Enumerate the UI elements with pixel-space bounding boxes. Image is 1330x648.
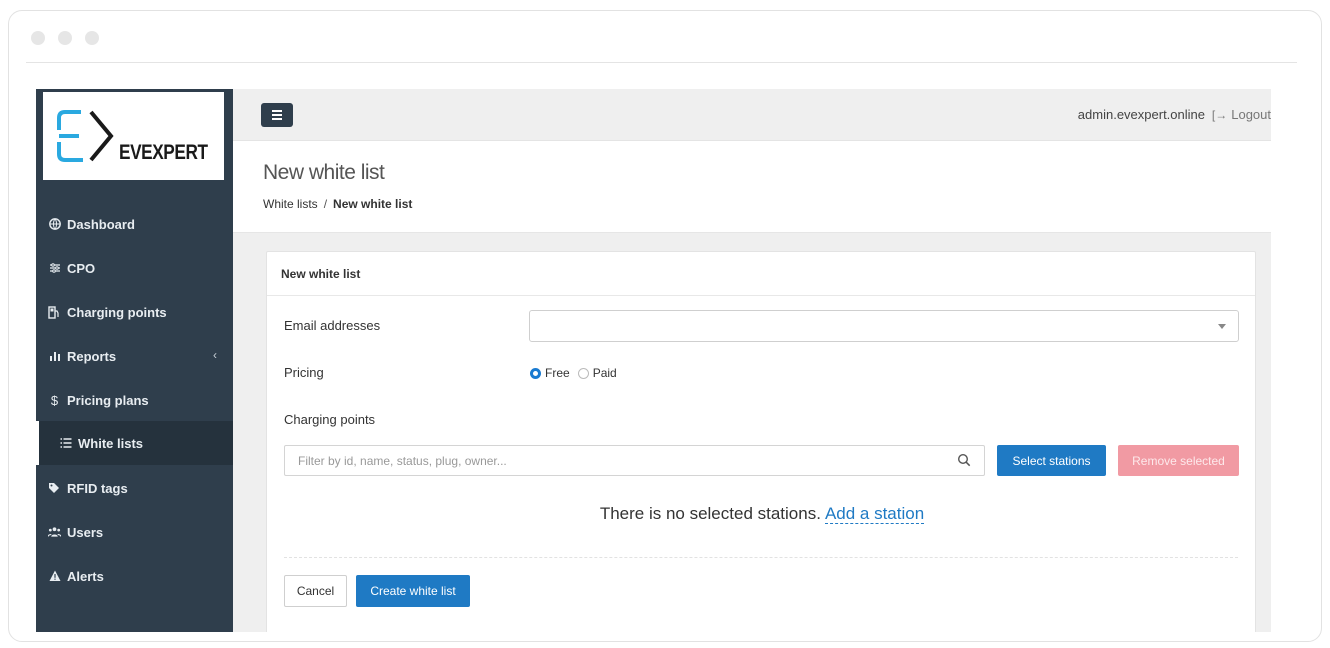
top-bar: admin.evexpert.online [→ Logout	[233, 89, 1271, 141]
page-title: New white list	[263, 161, 385, 184]
pricing-radio-group: Free Paid	[530, 366, 625, 380]
menu-icon-line	[272, 114, 282, 116]
logout-link[interactable]: [→ Logout	[1212, 107, 1271, 122]
charging-points-label: Charging points	[284, 412, 376, 427]
pricing-free-label[interactable]: Free	[545, 366, 570, 380]
cancel-button[interactable]: Cancel	[284, 575, 347, 607]
sidebar-item-label: White lists	[78, 435, 144, 451]
menu-icon-line	[272, 110, 282, 112]
remove-selected-button[interactable]: Remove selected	[1118, 445, 1239, 476]
empty-stations-text: There is no selected stations.	[599, 504, 821, 523]
users-icon	[48, 526, 61, 539]
app-container: EVEXPERT Dashboard CPO Charging points R…	[36, 89, 1271, 632]
pricing-label: Pricing	[284, 365, 324, 380]
breadcrumb-current: New white list	[333, 197, 413, 211]
pricing-free-radio[interactable]	[530, 367, 541, 379]
sidebar-item-pricing-plans[interactable]: $ Pricing plans	[36, 378, 233, 422]
tags-icon	[48, 482, 61, 495]
charging-station-icon	[48, 305, 61, 319]
form-divider	[284, 557, 1238, 558]
window-dot-minimize[interactable]	[58, 31, 72, 45]
window-titlebar	[9, 11, 1321, 63]
menu-icon-line	[272, 118, 282, 120]
empty-stations-message: There is no selected stations. Add a stat…	[267, 504, 1257, 524]
sidebar-item-label: Users	[67, 524, 104, 540]
hamburger-menu-button[interactable]	[261, 103, 293, 127]
add-station-link[interactable]: Add a station	[824, 504, 925, 524]
sidebar-item-label: Alerts	[67, 568, 104, 584]
user-account[interactable]: admin.evexpert.online	[1078, 107, 1205, 122]
sidebar-item-label: CPO	[67, 260, 96, 276]
create-white-list-button[interactable]: Create white list	[356, 575, 470, 607]
dollar-icon: $	[50, 392, 59, 408]
evexpert-logo-icon	[57, 110, 114, 162]
sidebar-item-label: Charging points	[67, 304, 167, 320]
breadcrumb-separator: /	[323, 197, 328, 211]
logout-label: Logout	[1231, 107, 1271, 122]
breadcrumb: White lists / New white list	[263, 197, 412, 211]
logout-icon: [→	[1211, 107, 1228, 122]
pricing-paid-label[interactable]: Paid	[593, 366, 617, 380]
brand-logo[interactable]: EVEXPERT	[43, 92, 224, 180]
sliders-icon	[48, 262, 61, 275]
window-dot-close[interactable]	[31, 31, 45, 45]
search-icon[interactable]	[957, 453, 971, 467]
sidebar-item-label: Reports	[67, 348, 117, 364]
brand-name: EVEXPERT	[119, 141, 208, 164]
sidebar-item-charging-points[interactable]: Charging points	[36, 290, 233, 334]
sidebar-item-reports[interactable]: Reports ‹	[36, 334, 233, 378]
globe-icon	[48, 218, 61, 231]
chevron-left-icon: ‹	[213, 348, 217, 362]
email-addresses-label: Email addresses	[284, 318, 381, 333]
sidebar-item-dashboard[interactable]: Dashboard	[36, 202, 233, 246]
pricing-paid-radio[interactable]	[577, 367, 589, 379]
select-stations-button[interactable]: Select stations	[997, 445, 1106, 476]
stations-filter-input[interactable]	[284, 445, 985, 476]
card-header: New white list	[267, 252, 1255, 296]
sidebar-item-white-lists[interactable]: White lists	[36, 421, 233, 465]
page-header: New white list White lists / New white lis…	[233, 141, 1271, 233]
titlebar-divider	[26, 62, 1297, 63]
sidebar-item-alerts[interactable]: Alerts	[36, 554, 233, 598]
sidebar-item-users[interactable]: Users	[36, 510, 233, 554]
window-dot-zoom[interactable]	[85, 31, 99, 45]
email-addresses-select[interactable]	[529, 310, 1239, 342]
list-icon	[59, 437, 72, 450]
bar-chart-icon	[48, 350, 61, 363]
caret-down-icon	[1218, 324, 1226, 329]
white-list-form-card: New white list Email addresses Pricing F…	[266, 251, 1256, 632]
sidebar-item-label: Dashboard	[67, 216, 135, 232]
sidebar-item-cpo[interactable]: CPO	[36, 246, 233, 290]
sidebar-item-rfid-tags[interactable]: RFID tags	[36, 466, 233, 510]
breadcrumb-parent-link[interactable]: White lists	[263, 197, 318, 211]
sidebar-item-label: Pricing plans	[67, 392, 149, 408]
main-content: admin.evexpert.online [→ Logout New whit…	[233, 89, 1271, 632]
sidebar-item-label: RFID tags	[67, 480, 128, 496]
warning-icon	[48, 570, 61, 583]
sidebar: EVEXPERT Dashboard CPO Charging points R…	[36, 89, 233, 632]
